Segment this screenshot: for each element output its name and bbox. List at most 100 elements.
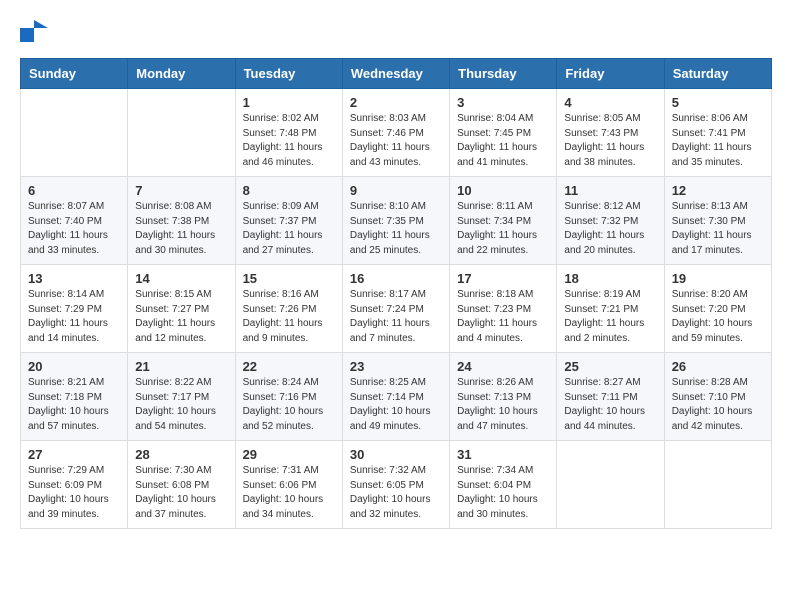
day-number: 26 <box>672 359 764 374</box>
weekday-header-friday: Friday <box>557 59 664 89</box>
calendar-cell: 22 Sunrise: 8:24 AM Sunset: 7:16 PM Dayli… <box>235 353 342 441</box>
day-number: 17 <box>457 271 549 286</box>
day-info: Sunrise: 8:21 AM Sunset: 7:18 PM Dayligh… <box>28 376 120 434</box>
day-info: Sunrise: 8:07 AM Sunset: 7:40 PM Dayligh… <box>28 200 120 258</box>
day-info: Sunrise: 8:15 AM Sunset: 7:27 PM Dayligh… <box>135 288 227 346</box>
calendar-cell: 5 Sunrise: 8:06 AM Sunset: 7:41 PM Daylig… <box>664 89 771 177</box>
day-info: Sunrise: 7:29 AM Sunset: 6:09 PM Dayligh… <box>28 464 120 522</box>
day-number: 11 <box>564 183 656 198</box>
calendar-cell: 20 Sunrise: 8:21 AM Sunset: 7:18 PM Dayli… <box>21 353 128 441</box>
calendar-cell <box>557 441 664 529</box>
calendar-cell: 25 Sunrise: 8:27 AM Sunset: 7:11 PM Dayli… <box>557 353 664 441</box>
calendar-cell: 6 Sunrise: 8:07 AM Sunset: 7:40 PM Daylig… <box>21 177 128 265</box>
day-info: Sunrise: 7:34 AM Sunset: 6:04 PM Dayligh… <box>457 464 549 522</box>
calendar-cell: 23Sunrise: 8:25 AM Sunset: 7:14 PM Dayli… <box>342 353 449 441</box>
day-number: 23 <box>350 359 442 374</box>
calendar-cell <box>21 89 128 177</box>
day-info: Sunrise: 8:10 AM Sunset: 7:35 PM Dayligh… <box>350 200 442 258</box>
day-info: Sunrise: 8:18 AM Sunset: 7:23 PM Dayligh… <box>457 288 549 346</box>
calendar-cell: 18Sunrise: 8:19 AM Sunset: 7:21 PM Dayli… <box>557 265 664 353</box>
calendar-table: SundayMondayTuesdayWednesdayThursdayFrid… <box>20 58 772 529</box>
calendar-cell: 10 Sunrise: 8:11 AM Sunset: 7:34 PM Dayli… <box>450 177 557 265</box>
calendar-cell: 26 Sunrise: 8:28 AM Sunset: 7:10 PM Dayli… <box>664 353 771 441</box>
day-number: 21 <box>135 359 227 374</box>
day-info: Sunrise: 7:31 AM Sunset: 6:06 PM Dayligh… <box>243 464 335 522</box>
day-info: Sunrise: 8:27 AM Sunset: 7:11 PM Dayligh… <box>564 376 656 434</box>
calendar-cell: 8Sunrise: 8:09 AM Sunset: 7:37 PM Daylig… <box>235 177 342 265</box>
day-info: Sunrise: 8:24 AM Sunset: 7:16 PM Dayligh… <box>243 376 335 434</box>
calendar-cell: 3 Sunrise: 8:04 AM Sunset: 7:45 PM Daylig… <box>450 89 557 177</box>
day-info: Sunrise: 8:11 AM Sunset: 7:34 PM Dayligh… <box>457 200 549 258</box>
day-number: 9 <box>350 183 442 198</box>
day-number: 28 <box>135 447 227 462</box>
day-info: Sunrise: 8:05 AM Sunset: 7:43 PM Dayligh… <box>564 112 656 170</box>
day-info: Sunrise: 8:12 AM Sunset: 7:32 PM Dayligh… <box>564 200 656 258</box>
day-info: Sunrise: 8:13 AM Sunset: 7:30 PM Dayligh… <box>672 200 764 258</box>
weekday-header-saturday: Saturday <box>664 59 771 89</box>
calendar-cell: 13 Sunrise: 8:14 AM Sunset: 7:29 PM Dayli… <box>21 265 128 353</box>
calendar-cell: 12 Sunrise: 8:13 AM Sunset: 7:30 PM Dayli… <box>664 177 771 265</box>
day-number: 12 <box>672 183 764 198</box>
calendar-cell: 16 Sunrise: 8:17 AM Sunset: 7:24 PM Dayli… <box>342 265 449 353</box>
calendar-week-2: 6 Sunrise: 8:07 AM Sunset: 7:40 PM Daylig… <box>21 177 772 265</box>
day-number: 27 <box>28 447 120 462</box>
calendar-cell: 14 Sunrise: 8:15 AM Sunset: 7:27 PM Dayli… <box>128 265 235 353</box>
day-info: Sunrise: 8:28 AM Sunset: 7:10 PM Dayligh… <box>672 376 764 434</box>
day-number: 5 <box>672 95 764 110</box>
day-info: Sunrise: 8:26 AM Sunset: 7:13 PM Dayligh… <box>457 376 549 434</box>
day-number: 3 <box>457 95 549 110</box>
calendar-cell: 15Sunrise: 8:16 AM Sunset: 7:26 PM Dayli… <box>235 265 342 353</box>
day-number: 22 <box>243 359 335 374</box>
calendar-cell: 24Sunrise: 8:26 AM Sunset: 7:13 PM Dayli… <box>450 353 557 441</box>
day-number: 7 <box>135 183 227 198</box>
page-header <box>20 20 772 42</box>
day-info: Sunrise: 8:22 AM Sunset: 7:17 PM Dayligh… <box>135 376 227 434</box>
calendar-cell: 27 Sunrise: 7:29 AM Sunset: 6:09 PM Dayli… <box>21 441 128 529</box>
day-info: Sunrise: 7:32 AM Sunset: 6:05 PM Dayligh… <box>350 464 442 522</box>
logo-icon <box>20 20 48 42</box>
weekday-header-wednesday: Wednesday <box>342 59 449 89</box>
day-number: 19 <box>672 271 764 286</box>
weekday-header-thursday: Thursday <box>450 59 557 89</box>
calendar-week-1: 1Sunrise: 8:02 AM Sunset: 7:48 PM Daylig… <box>21 89 772 177</box>
day-number: 30 <box>350 447 442 462</box>
weekday-header-monday: Monday <box>128 59 235 89</box>
day-number: 16 <box>350 271 442 286</box>
weekday-header-tuesday: Tuesday <box>235 59 342 89</box>
day-number: 29 <box>243 447 335 462</box>
weekday-header-row: SundayMondayTuesdayWednesdayThursdayFrid… <box>21 59 772 89</box>
day-number: 6 <box>28 183 120 198</box>
calendar-cell: 19Sunrise: 8:20 AM Sunset: 7:20 PM Dayli… <box>664 265 771 353</box>
calendar-cell <box>664 441 771 529</box>
weekday-header-sunday: Sunday <box>21 59 128 89</box>
calendar-cell: 29 Sunrise: 7:31 AM Sunset: 6:06 PM Dayli… <box>235 441 342 529</box>
calendar-cell: 2Sunrise: 8:03 AM Sunset: 7:46 PM Daylig… <box>342 89 449 177</box>
calendar-cell: 30 Sunrise: 7:32 AM Sunset: 6:05 PM Dayli… <box>342 441 449 529</box>
calendar-cell: 9 Sunrise: 8:10 AM Sunset: 7:35 PM Daylig… <box>342 177 449 265</box>
day-number: 8 <box>243 183 335 198</box>
calendar-cell: 21 Sunrise: 8:22 AM Sunset: 7:17 PM Dayli… <box>128 353 235 441</box>
logo <box>20 20 52 42</box>
day-info: Sunrise: 8:04 AM Sunset: 7:45 PM Dayligh… <box>457 112 549 170</box>
calendar-cell: 4 Sunrise: 8:05 AM Sunset: 7:43 PM Daylig… <box>557 89 664 177</box>
day-info: Sunrise: 8:14 AM Sunset: 7:29 PM Dayligh… <box>28 288 120 346</box>
day-number: 10 <box>457 183 549 198</box>
day-number: 31 <box>457 447 549 462</box>
day-number: 25 <box>564 359 656 374</box>
calendar-week-3: 13 Sunrise: 8:14 AM Sunset: 7:29 PM Dayli… <box>21 265 772 353</box>
day-info: Sunrise: 8:16 AM Sunset: 7:26 PM Dayligh… <box>243 288 335 346</box>
day-number: 13 <box>28 271 120 286</box>
calendar-cell: 31 Sunrise: 7:34 AM Sunset: 6:04 PM Dayli… <box>450 441 557 529</box>
day-number: 20 <box>28 359 120 374</box>
day-info: Sunrise: 8:06 AM Sunset: 7:41 PM Dayligh… <box>672 112 764 170</box>
day-info: Sunrise: 8:17 AM Sunset: 7:24 PM Dayligh… <box>350 288 442 346</box>
day-info: Sunrise: 8:02 AM Sunset: 7:48 PM Dayligh… <box>243 112 335 170</box>
day-number: 4 <box>564 95 656 110</box>
calendar-cell: 1Sunrise: 8:02 AM Sunset: 7:48 PM Daylig… <box>235 89 342 177</box>
day-info: Sunrise: 8:19 AM Sunset: 7:21 PM Dayligh… <box>564 288 656 346</box>
calendar-cell <box>128 89 235 177</box>
day-number: 14 <box>135 271 227 286</box>
calendar-week-4: 20 Sunrise: 8:21 AM Sunset: 7:18 PM Dayli… <box>21 353 772 441</box>
calendar-cell: 7Sunrise: 8:08 AM Sunset: 7:38 PM Daylig… <box>128 177 235 265</box>
calendar-cell: 17 Sunrise: 8:18 AM Sunset: 7:23 PM Dayli… <box>450 265 557 353</box>
